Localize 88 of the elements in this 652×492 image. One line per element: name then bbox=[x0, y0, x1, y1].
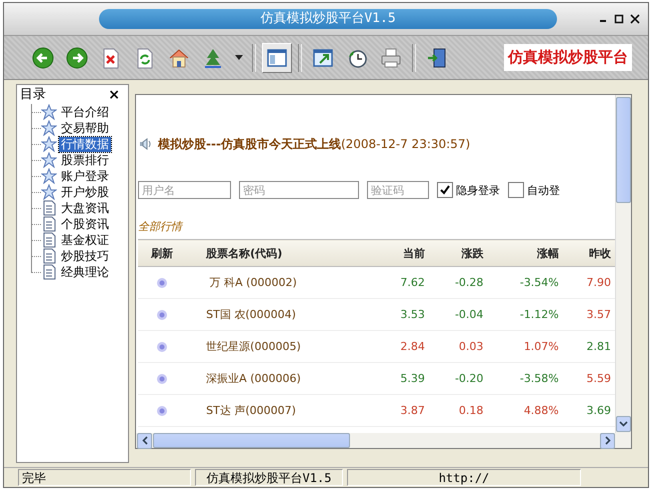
scroll-down-button[interactable] bbox=[616, 416, 631, 432]
printer-icon bbox=[380, 46, 402, 68]
table-cell: 5.39 bbox=[376, 362, 429, 394]
maximize-icon[interactable] bbox=[614, 14, 624, 24]
star-icon bbox=[41, 168, 57, 184]
input-field[interactable]: 密码 bbox=[239, 181, 359, 199]
sidebar-title: 目录 bbox=[20, 87, 46, 102]
scrollbar-thumb[interactable] bbox=[153, 433, 350, 448]
tree-item[interactable]: 交易帮助 bbox=[59, 120, 111, 136]
table-cell: 1.07% bbox=[487, 330, 563, 362]
input-field[interactable]: 验证码 bbox=[367, 181, 429, 199]
vertical-scrollbar[interactable] bbox=[615, 95, 631, 433]
column-header: 刷新 bbox=[138, 240, 186, 266]
tree-item[interactable]: 股票排行 bbox=[59, 152, 111, 168]
refresh-dot-icon[interactable] bbox=[156, 308, 168, 320]
tree-item[interactable]: 经典理论 bbox=[59, 264, 111, 280]
table-cell: 3.53 bbox=[376, 298, 429, 330]
checkbox-label: 隐身登录 bbox=[456, 182, 500, 198]
column-header: 当前 bbox=[376, 240, 429, 266]
column-header: 昨收 bbox=[562, 240, 615, 266]
stock-name-cell: 万 科A (000002) bbox=[186, 266, 377, 298]
close-icon[interactable]: × bbox=[106, 88, 122, 102]
star-icon bbox=[41, 104, 57, 120]
tree-item[interactable]: 基金权证 bbox=[59, 232, 111, 248]
table-cell: 7.62 bbox=[376, 266, 429, 298]
status-text: http:// bbox=[347, 469, 581, 486]
table-cell: -0.20 bbox=[428, 362, 488, 394]
document-icon bbox=[41, 248, 57, 264]
brand-logo-text: 仿真模拟炒股平台 bbox=[504, 44, 632, 71]
star-icon bbox=[41, 152, 57, 168]
refresh-dot-icon[interactable] bbox=[156, 372, 168, 384]
column-header: 股票名称(代码) bbox=[186, 240, 377, 266]
sidebar-panel-button[interactable] bbox=[262, 42, 292, 72]
stock-name-cell: ST国 农(000004) bbox=[186, 298, 377, 330]
chevron-left-icon bbox=[142, 436, 148, 445]
refresh-dot-icon[interactable] bbox=[156, 404, 168, 416]
table-cell: 2.84 bbox=[376, 330, 429, 362]
caret-icon bbox=[235, 55, 243, 60]
table-cell: 0.03 bbox=[428, 330, 488, 362]
status-text: 完毕 bbox=[18, 469, 191, 486]
scroll-left-button[interactable] bbox=[137, 432, 152, 448]
checkbox-label: 自动登 bbox=[527, 182, 560, 198]
window-title: 仿真模拟炒股平台V1.5 bbox=[99, 9, 557, 29]
star-icon bbox=[41, 184, 57, 200]
document-icon bbox=[41, 232, 57, 248]
close-icon[interactable] bbox=[630, 14, 640, 24]
tree-item[interactable]: 开户炒股 bbox=[59, 184, 111, 200]
star-icon bbox=[41, 120, 57, 136]
table-cell: 0.18 bbox=[428, 394, 488, 426]
stock-name-cell: 世纪星源(000005) bbox=[186, 330, 377, 362]
tree-item[interactable]: 个股资讯 bbox=[59, 216, 111, 232]
tree-item[interactable]: 炒股技巧 bbox=[59, 248, 111, 264]
table-cell: -0.04 bbox=[428, 298, 488, 330]
headline-link[interactable]: 模拟炒股---仿真股市今天正式上线(2008-12-7 23:30:57) bbox=[158, 136, 470, 152]
table-cell: -0.28 bbox=[428, 266, 488, 298]
checkmark-icon bbox=[440, 185, 450, 195]
input-field[interactable]: 用户名 bbox=[138, 181, 231, 199]
speaker-icon bbox=[138, 137, 152, 151]
table-cell: -1.12% bbox=[487, 298, 563, 330]
document-icon bbox=[41, 216, 57, 232]
tree-item[interactable]: 大盘资讯 bbox=[59, 200, 111, 216]
tree-item[interactable]: 账户登录 bbox=[59, 168, 111, 184]
checkbox[interactable] bbox=[508, 182, 524, 198]
chevron-right-icon bbox=[604, 436, 610, 445]
home-icon bbox=[168, 46, 190, 68]
stock-name-cell: 深振业A (000006) bbox=[186, 362, 377, 394]
section-title: 全部行情 bbox=[138, 219, 184, 235]
sidebar-panel-icon bbox=[266, 46, 288, 68]
checkbox[interactable] bbox=[437, 182, 453, 198]
exit-door-icon bbox=[426, 46, 448, 68]
refresh-dot-icon[interactable] bbox=[156, 340, 168, 352]
tree-item[interactable]: 行情数据 bbox=[59, 136, 111, 152]
tree-icon bbox=[202, 46, 224, 68]
document-icon bbox=[41, 200, 57, 216]
document-icon bbox=[41, 264, 57, 280]
stock-name-cell: ST达 声(000007) bbox=[186, 394, 377, 426]
chevron-down-icon bbox=[619, 421, 628, 427]
table-cell: -3.58% bbox=[487, 362, 563, 394]
table-cell: 4.88% bbox=[487, 394, 563, 426]
tree-item[interactable]: 平台介绍 bbox=[59, 104, 111, 120]
column-header: 涨幅 bbox=[487, 240, 563, 266]
table-cell: -3.54% bbox=[487, 266, 563, 298]
column-header: 涨跌 bbox=[428, 240, 488, 266]
status-text: 仿真模拟炒股平台V1.5 bbox=[195, 469, 343, 486]
scroll-right-button[interactable] bbox=[600, 432, 615, 448]
star-icon bbox=[41, 136, 57, 152]
refresh-dot-icon[interactable] bbox=[156, 276, 168, 288]
table-cell: 3.87 bbox=[376, 394, 429, 426]
